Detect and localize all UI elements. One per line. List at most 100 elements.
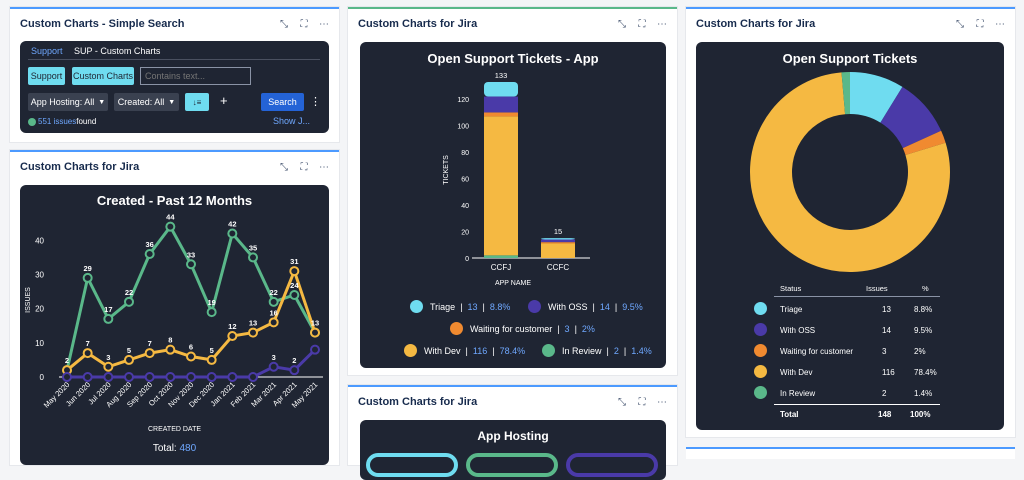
- legend-item[interactable]: Waiting for customer | 3 | 2%: [450, 322, 595, 335]
- tab-underline: [28, 59, 320, 60]
- minimize-icon[interactable]: ⤡: [955, 19, 965, 30]
- minimize-icon[interactable]: ⤡: [617, 19, 627, 30]
- legend-count: 116: [472, 345, 488, 356]
- add-filter-button[interactable]: +: [220, 93, 228, 108]
- gadget-title: Custom Charts for Jira: [696, 18, 816, 30]
- legend-item[interactable]: Triage | 13 | 8.8%: [410, 300, 510, 313]
- y-tick-label: 0: [40, 373, 45, 382]
- total-issues: 148: [878, 410, 892, 419]
- search-input[interactable]: [140, 67, 251, 85]
- data-label: 44: [166, 213, 175, 222]
- legend-label: In Review: [562, 345, 602, 356]
- bar-total-label: 133: [495, 71, 508, 80]
- more-icon[interactable]: ⋯: [319, 162, 329, 173]
- donut-chart-panel: Open Support Tickets Status Issues% Triage…: [696, 42, 1004, 430]
- status-label: In Review: [780, 389, 816, 398]
- data-point: [206, 307, 217, 318]
- data-label: 31: [290, 257, 298, 266]
- bar-segment: [541, 239, 575, 243]
- legend-label: With Dev: [424, 345, 461, 356]
- expand-icon[interactable]: ⛶: [637, 19, 647, 30]
- table-row: Triage 13 8.8%: [754, 302, 954, 318]
- chevron-down-icon: ▼: [168, 98, 176, 106]
- expand-icon[interactable]: ⛶: [637, 397, 647, 408]
- more-icon[interactable]: ⋯: [657, 397, 667, 408]
- data-point: [186, 351, 196, 362]
- more-options-icon[interactable]: ⋮: [310, 95, 321, 108]
- legend-item[interactable]: In Review | 2 | 1.4%: [542, 344, 652, 357]
- data-label: 3: [272, 353, 276, 362]
- data-point: [82, 348, 93, 359]
- data-label: 22: [269, 288, 277, 297]
- gadget-title: Custom Charts for Jira: [358, 396, 478, 408]
- data-label: 29: [83, 264, 91, 273]
- legend-item[interactable]: With OSS | 14 | 9.5%: [528, 300, 643, 313]
- tab-support[interactable]: Support: [31, 46, 63, 56]
- x-tick-label: CCFJ: [491, 263, 511, 272]
- sort-icon: ↓≡: [192, 97, 202, 107]
- search-gadget: Custom Charts - Simple Search ⤡ ⛶ ⋯ Suppor…: [10, 7, 339, 142]
- donut-chart-gadget: Custom Charts for Jira ⤡ ⛶ ⋯ Open Support …: [686, 7, 1015, 437]
- bar-segment: [484, 112, 518, 117]
- gadget-title: Custom Charts for Jira: [358, 18, 478, 30]
- hosting-pill: [366, 453, 458, 477]
- legend-label: Waiting for customer: [470, 323, 553, 334]
- issues-value: 116: [882, 368, 895, 377]
- minimize-icon[interactable]: ⤡: [617, 397, 627, 408]
- y-tick-label: 100: [457, 124, 469, 131]
- status-label: Triage: [780, 305, 803, 314]
- more-icon[interactable]: ⋯: [657, 19, 667, 30]
- chip-custom-charts[interactable]: Custom Charts: [72, 67, 134, 85]
- data-label: 24: [290, 281, 299, 290]
- total-pct: 100%: [910, 410, 931, 419]
- data-label: 5: [127, 346, 131, 355]
- filter-app-hosting[interactable]: App Hosting: All ▼: [28, 93, 108, 111]
- issues-value: 14: [882, 326, 891, 335]
- hosting-pill: [466, 453, 558, 477]
- more-icon[interactable]: ⋯: [319, 19, 329, 30]
- data-label: 7: [148, 339, 152, 348]
- show-jira-link[interactable]: Show J...: [273, 116, 310, 126]
- chevron-down-icon: ▼: [98, 98, 106, 106]
- x-axis-label: CREATED DATE: [147, 426, 202, 433]
- filter-created[interactable]: Created: All ▼: [114, 93, 179, 111]
- pct-header: %: [922, 284, 929, 293]
- pct-value: 2%: [914, 347, 926, 356]
- check-circle-icon: [28, 117, 36, 126]
- data-label: 16: [269, 308, 277, 317]
- line-chart: 010203040ISSUESMay 2020Jun 2020Jul 2020A…: [25, 213, 323, 410]
- line-chart-panel: Created - Past 12 Months 0 10 20 30 40 ISSUES…: [20, 185, 329, 465]
- more-icon[interactable]: ⋯: [995, 19, 1005, 30]
- data-label: 35: [249, 243, 257, 252]
- tab-sup-custom-charts[interactable]: SUP - Custom Charts: [74, 46, 160, 56]
- data-point: [268, 361, 279, 372]
- issues-count-link[interactable]: 551 issues: [38, 117, 76, 126]
- minimize-icon[interactable]: ⤡: [279, 19, 289, 30]
- bar-total-label: 15: [554, 227, 562, 236]
- legend-pct: 78.4%: [499, 345, 526, 356]
- hosting-gadget: Custom Charts for Jira ⤡ ⛶ ⋯ App Hosting: [348, 385, 677, 480]
- expand-icon[interactable]: ⛶: [299, 19, 309, 30]
- y-tick-label: 20: [461, 230, 469, 237]
- sort-button[interactable]: ↓≡: [185, 93, 209, 111]
- data-point: [289, 290, 300, 300]
- legend-item[interactable]: With Dev | 116 | 78.4%: [404, 344, 525, 357]
- legend-swatch: [404, 344, 417, 357]
- data-label: 6: [189, 343, 193, 352]
- table-header-divider: [774, 296, 940, 297]
- bar-chart-panel: Open Support Tickets - App 0 20 40 60 80 100 1…: [360, 42, 666, 368]
- data-point: [124, 354, 134, 365]
- bar-segment: [541, 242, 575, 244]
- data-point: [144, 372, 155, 382]
- chip-support[interactable]: Support: [28, 67, 65, 85]
- expand-icon[interactable]: ⛶: [299, 162, 309, 173]
- expand-icon[interactable]: ⛶: [975, 19, 985, 30]
- bar-segment: [541, 243, 575, 258]
- pct-value: 8.8%: [914, 305, 933, 314]
- data-point: [310, 344, 320, 355]
- data-point: [103, 361, 114, 372]
- minimize-icon[interactable]: ⤡: [279, 162, 289, 173]
- chart-title: App Hosting: [477, 429, 549, 443]
- data-label: 2: [292, 356, 296, 365]
- search-button[interactable]: Search: [261, 93, 304, 111]
